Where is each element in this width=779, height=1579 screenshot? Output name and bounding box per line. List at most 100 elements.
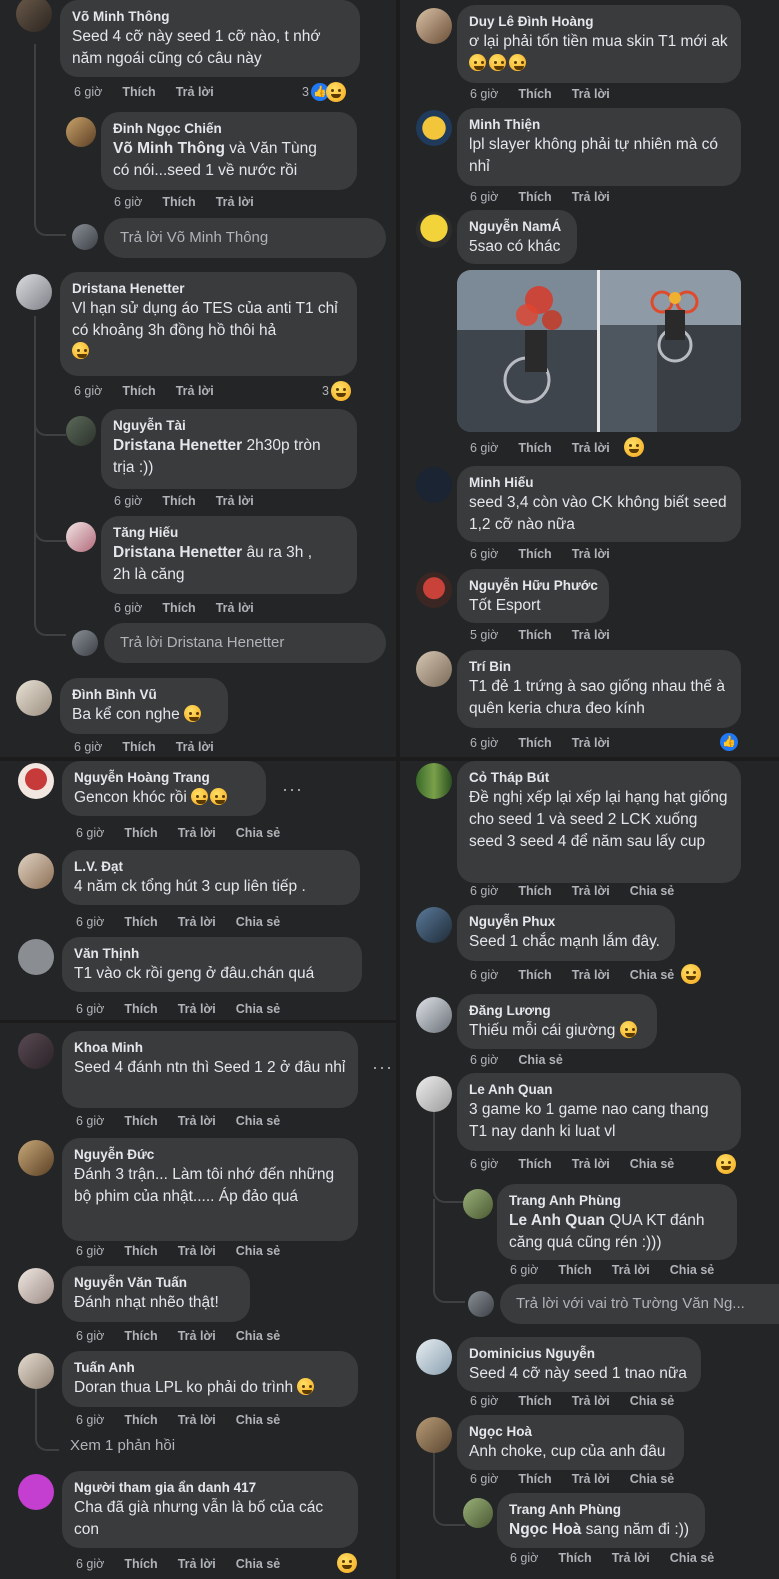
timestamp[interactable]: 6 giờ (76, 1244, 104, 1258)
avatar[interactable] (416, 1076, 452, 1112)
reply-button[interactable]: Trả lời (572, 1394, 610, 1408)
timestamp[interactable]: 6 giờ (114, 601, 142, 615)
timestamp[interactable]: 6 giờ (76, 826, 104, 840)
reaction-summary[interactable]: 3 👍 (302, 82, 346, 102)
share-button[interactable]: Chia sẻ (630, 968, 674, 982)
more-dots-icon[interactable]: ··· (282, 779, 303, 800)
timestamp[interactable]: 6 giờ (470, 1472, 498, 1486)
avatar[interactable] (18, 939, 54, 975)
timestamp[interactable]: 6 giờ (74, 384, 102, 398)
timestamp[interactable]: 6 giờ (470, 1394, 498, 1408)
like-button[interactable]: Thích (122, 85, 155, 99)
comment-author[interactable]: Trang Anh Phùng (509, 1192, 725, 1210)
avatar[interactable] (16, 274, 52, 310)
reply-button[interactable]: Trả lời (178, 1002, 216, 1016)
comment-author[interactable]: Nguyễn NamÁ (469, 218, 565, 236)
avatar[interactable] (463, 1498, 493, 1528)
timestamp[interactable]: 6 giờ (74, 740, 102, 754)
timestamp[interactable]: 6 giờ (510, 1551, 538, 1565)
reaction-summary[interactable] (337, 1553, 357, 1573)
mention-link[interactable]: Võ Minh Thông (113, 140, 225, 157)
mention-link[interactable]: Ngọc Hoà (509, 1521, 581, 1538)
avatar[interactable] (416, 212, 452, 248)
timestamp[interactable]: 6 giờ (74, 85, 102, 99)
share-button[interactable]: Chia sẻ (630, 1394, 674, 1408)
comment-author[interactable]: Tăng Hiếu (113, 524, 345, 542)
like-button[interactable]: Thích (124, 1557, 157, 1571)
avatar[interactable] (416, 997, 452, 1033)
timestamp[interactable]: 6 giờ (76, 1114, 104, 1128)
avatar[interactable] (18, 1353, 54, 1389)
timestamp[interactable]: 6 giờ (470, 884, 498, 898)
avatar[interactable] (463, 1189, 493, 1219)
reaction-summary[interactable] (624, 437, 644, 457)
timestamp[interactable]: 6 giờ (76, 1329, 104, 1343)
reply-button[interactable]: Trả lời (572, 87, 610, 101)
share-button[interactable]: Chia sẻ (236, 1413, 280, 1427)
mention-link[interactable]: Dristana Henetter (113, 437, 242, 454)
avatar[interactable] (416, 467, 452, 503)
comment-author[interactable]: Cỏ Tháp Bút (469, 769, 729, 787)
timestamp[interactable]: 5 giờ (470, 628, 498, 642)
comment-author[interactable]: Người tham gia ẩn danh 417 (74, 1479, 346, 1497)
avatar[interactable] (16, 680, 52, 716)
timestamp[interactable]: 6 giờ (470, 968, 498, 982)
view-replies-link[interactable]: Xem 1 phản hồi (70, 1437, 175, 1454)
share-button[interactable]: Chia sẻ (670, 1263, 714, 1277)
reply-button[interactable]: Trả lời (178, 1329, 216, 1343)
like-button[interactable]: Thích (124, 826, 157, 840)
reply-button[interactable]: Trả lời (572, 628, 610, 642)
like-button[interactable]: Thích (518, 884, 551, 898)
timestamp[interactable]: 6 giờ (76, 1413, 104, 1427)
reply-button[interactable]: Trả lời (178, 915, 216, 929)
comment-author[interactable]: Đăng Lương (469, 1002, 645, 1020)
comment-author[interactable]: Trang Anh Phùng (509, 1501, 693, 1519)
avatar[interactable] (18, 853, 54, 889)
reply-button[interactable]: Trả lời (572, 441, 610, 455)
timestamp[interactable]: 6 giờ (470, 87, 498, 101)
comment-author[interactable]: Dristana Henetter (72, 280, 345, 298)
timestamp[interactable]: 6 giờ (510, 1263, 538, 1277)
avatar[interactable] (416, 572, 452, 608)
comment-author[interactable]: Võ Minh Thông (72, 8, 348, 26)
reply-button[interactable]: Trả lời (178, 1114, 216, 1128)
reply-button[interactable]: Trả lời (216, 494, 254, 508)
comment-author[interactable]: Nguyễn Phux (469, 913, 663, 931)
comment-author[interactable]: Nguyễn Đức (74, 1146, 346, 1164)
comment-author[interactable]: Nguyễn Hữu Phước (469, 577, 598, 595)
avatar[interactable] (16, 0, 52, 32)
like-button[interactable]: Thích (518, 190, 551, 204)
reply-button[interactable]: Trả lời (176, 740, 214, 754)
reply-button[interactable]: Trả lời (572, 1472, 610, 1486)
reply-input[interactable]: Trả lời Dristana Henetter (104, 623, 386, 663)
avatar[interactable] (18, 1140, 54, 1176)
share-button[interactable]: Chia sẻ (236, 1244, 280, 1258)
reply-input[interactable]: Trả lời Võ Minh Thông (104, 218, 386, 258)
timestamp[interactable]: 6 giờ (470, 190, 498, 204)
like-button[interactable]: Thích (518, 1472, 551, 1486)
share-button[interactable]: Chia sẻ (236, 1114, 280, 1128)
like-button[interactable]: Thích (558, 1551, 591, 1565)
like-button[interactable]: Thích (518, 87, 551, 101)
reply-button[interactable]: Trả lời (612, 1263, 650, 1277)
comment-author[interactable]: Khoa Minh (74, 1039, 346, 1057)
avatar[interactable] (416, 110, 452, 146)
avatar[interactable] (66, 117, 96, 147)
reply-button[interactable]: Trả lời (178, 1244, 216, 1258)
avatar[interactable] (416, 8, 452, 44)
timestamp[interactable]: 6 giờ (470, 1157, 498, 1171)
comment-author[interactable]: Đình Bình Vũ (72, 686, 216, 704)
like-button[interactable]: Thích (518, 968, 551, 982)
like-button[interactable]: Thích (162, 494, 195, 508)
like-button[interactable]: Thích (122, 384, 155, 398)
timestamp[interactable]: 6 giờ (76, 915, 104, 929)
comment-author[interactable]: Văn Thịnh (74, 945, 350, 963)
reaction-summary[interactable]: 👍 (720, 733, 738, 751)
anonymous-avatar-icon[interactable] (18, 1474, 54, 1510)
avatar[interactable] (416, 651, 452, 687)
timestamp[interactable]: 6 giờ (470, 1053, 498, 1067)
share-button[interactable]: Chia sẻ (236, 826, 280, 840)
timestamp[interactable]: 6 giờ (114, 195, 142, 209)
comment-author[interactable]: Minh Hiếu (469, 474, 729, 492)
comment-author[interactable]: Le Anh Quan (469, 1081, 729, 1099)
